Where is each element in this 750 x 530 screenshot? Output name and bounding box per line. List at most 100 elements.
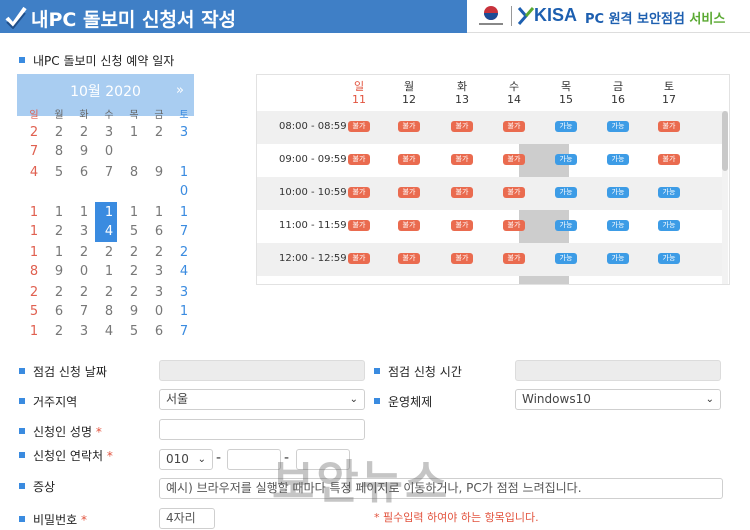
- calendar-day[interactable]: 2: [74, 283, 94, 303]
- calendar-day[interactable]: 1: [99, 203, 119, 223]
- calendar-day[interactable]: 6: [149, 322, 169, 342]
- available-badge[interactable]: 가능: [555, 253, 577, 264]
- available-badge[interactable]: 가능: [555, 187, 577, 198]
- calendar-day[interactable]: 7: [174, 322, 194, 342]
- available-badge[interactable]: 가능: [658, 187, 680, 198]
- schedule-day-header: 일 11: [352, 80, 366, 106]
- calendar-day[interactable]: 5: [124, 222, 144, 242]
- calendar-day[interactable]: 1: [24, 243, 44, 263]
- calendar-day[interactable]: 8: [99, 302, 119, 322]
- calendar-day[interactable]: 1: [99, 262, 119, 282]
- scrollbar-thumb[interactable]: [722, 111, 728, 171]
- calendar-day[interactable]: 7: [24, 142, 44, 162]
- calendar-day[interactable]: 9: [149, 163, 169, 183]
- calendar-day[interactable]: 2: [124, 262, 144, 282]
- calendar-day[interactable]: 2: [99, 243, 119, 263]
- password-input[interactable]: 4자리: [159, 508, 215, 529]
- calendar-day[interactable]: 1: [149, 203, 169, 223]
- unavailable-badge: 불가: [503, 154, 525, 165]
- available-badge[interactable]: 가능: [555, 121, 577, 132]
- calendar-day[interactable]: 2: [149, 243, 169, 263]
- calendar-day[interactable]: 5: [49, 163, 69, 183]
- calendar-day[interactable]: 2: [49, 322, 69, 342]
- calendar-day[interactable]: 4: [99, 222, 119, 242]
- available-badge[interactable]: 가능: [607, 187, 629, 198]
- calendar-day[interactable]: 3: [99, 123, 119, 143]
- applicant-name-input[interactable]: [159, 419, 365, 440]
- calendar-day[interactable]: 5: [24, 302, 44, 322]
- calendar-day[interactable]: 2: [99, 283, 119, 303]
- calendar-day[interactable]: 8: [49, 142, 69, 162]
- calendar-day[interactable]: 9: [124, 302, 144, 322]
- calendar-weekday: 월: [54, 110, 64, 121]
- calendar-day[interactable]: 1: [124, 203, 144, 223]
- calendar-day[interactable]: 1: [49, 203, 69, 223]
- calendar-day[interactable]: 1: [74, 203, 94, 223]
- available-badge[interactable]: 가능: [555, 220, 577, 231]
- calendar-day[interactable]: 2: [124, 283, 144, 303]
- calendar-day[interactable]: 2: [124, 243, 144, 263]
- calendar-day[interactable]: 1: [174, 203, 194, 223]
- calendar-day[interactable]: 7: [74, 302, 94, 322]
- available-badge[interactable]: 가능: [658, 253, 680, 264]
- available-badge[interactable]: 가능: [607, 253, 629, 264]
- calendar-day[interactable]: 8: [24, 262, 44, 282]
- calendar-day[interactable]: 1: [174, 163, 194, 183]
- calendar-day[interactable]: 3: [74, 222, 94, 242]
- schedule-scrollbar[interactable]: [722, 111, 728, 284]
- calendar-day[interactable]: 6: [74, 163, 94, 183]
- calendar-day[interactable]: 6: [49, 302, 69, 322]
- calendar-day[interactable]: 5: [124, 322, 144, 342]
- kisa-logo-icon: [517, 7, 535, 25]
- calendar-day[interactable]: 0: [174, 182, 194, 202]
- calendar-day[interactable]: 8: [124, 163, 144, 183]
- symptom-label: 증상: [19, 478, 55, 495]
- calendar-day[interactable]: 1: [174, 302, 194, 322]
- calendar-day[interactable]: 2: [149, 123, 169, 143]
- schedule-day-header: 화 13: [455, 80, 469, 106]
- time-slot-label: 12:00 - 12:59: [279, 253, 347, 264]
- calendar-day[interactable]: 4: [99, 322, 119, 342]
- calendar-day[interactable]: 7: [174, 222, 194, 242]
- calendar-day[interactable]: 2: [49, 283, 69, 303]
- calendar-day[interactable]: 3: [74, 322, 94, 342]
- unavailable-badge: 불가: [348, 154, 370, 165]
- phone-prefix-select[interactable]: 010 ⌄: [159, 449, 213, 470]
- calendar-day[interactable]: 1: [24, 322, 44, 342]
- calendar-day[interactable]: 0: [99, 142, 119, 162]
- calendar-day[interactable]: 1: [49, 243, 69, 263]
- calendar-day[interactable]: 3: [149, 262, 169, 282]
- calendar-day[interactable]: 3: [174, 283, 194, 303]
- calendar-day[interactable]: 9: [49, 262, 69, 282]
- unavailable-badge: 불가: [398, 154, 420, 165]
- region-select[interactable]: 서울 ⌄: [159, 389, 365, 410]
- next-month-icon[interactable]: »: [176, 83, 184, 98]
- calendar-day[interactable]: 2: [49, 222, 69, 242]
- calendar-day[interactable]: 2: [49, 123, 69, 143]
- calendar-day[interactable]: 1: [24, 222, 44, 242]
- available-badge[interactable]: 가능: [658, 220, 680, 231]
- schedule-row: 10:00 - 10:59 불가 불가 불가 불가 가능 가능 가능: [257, 177, 723, 210]
- available-badge[interactable]: 가능: [607, 121, 629, 132]
- calendar-day[interactable]: 2: [24, 123, 44, 143]
- available-badge[interactable]: 가능: [607, 154, 629, 165]
- calendar-day[interactable]: 3: [149, 283, 169, 303]
- calendar-day[interactable]: 1: [124, 123, 144, 143]
- os-select[interactable]: Windows10 ⌄: [515, 389, 721, 410]
- calendar-day[interactable]: 6: [149, 222, 169, 242]
- available-badge[interactable]: 가능: [555, 154, 577, 165]
- calendar-day[interactable]: 7: [99, 163, 119, 183]
- calendar-day[interactable]: 2: [74, 123, 94, 143]
- calendar-day[interactable]: 2: [24, 283, 44, 303]
- calendar-day[interactable]: 2: [74, 243, 94, 263]
- calendar-day[interactable]: 0: [149, 302, 169, 322]
- available-badge[interactable]: 가능: [607, 220, 629, 231]
- calendar-day[interactable]: 1: [24, 203, 44, 223]
- calendar-day[interactable]: 0: [74, 262, 94, 282]
- calendar-day[interactable]: 2: [174, 243, 194, 263]
- calendar-month-label: 10월 2020: [70, 84, 141, 100]
- calendar-day[interactable]: 3: [174, 123, 194, 143]
- calendar-day[interactable]: 4: [24, 163, 44, 183]
- calendar-day[interactable]: 4: [174, 262, 194, 282]
- calendar-day[interactable]: 9: [74, 142, 94, 162]
